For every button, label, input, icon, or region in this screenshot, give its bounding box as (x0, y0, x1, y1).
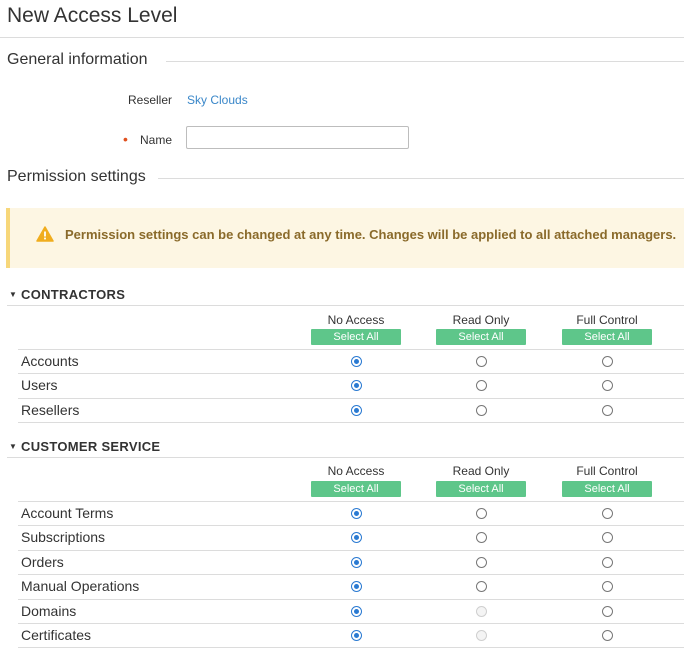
column-title-read-only: Read Only (452, 464, 510, 478)
permission-row-label: Users (21, 377, 58, 393)
reseller-label: Reseller (127, 93, 172, 107)
radio-full-control[interactable] (602, 532, 613, 543)
permission-row-label: Subscriptions (21, 529, 106, 545)
group-header-customer-service[interactable]: CUSTOMER SERVICE (21, 439, 160, 454)
radio-read-only (476, 606, 487, 617)
permission-settings-divider (158, 178, 684, 179)
radio-full-control[interactable] (602, 508, 613, 519)
page-title: New Access Level (7, 4, 178, 27)
radio-full-control[interactable] (602, 630, 613, 641)
permission-alert: Permission settings can be changed at an… (6, 208, 684, 268)
radio-no-access[interactable] (351, 630, 362, 641)
radio-no-access[interactable] (351, 356, 362, 367)
column-title-no-access: No Access (327, 313, 385, 327)
row-divider (18, 501, 684, 502)
collapse-caret-icon[interactable]: ▼ (9, 442, 17, 451)
radio-read-only[interactable] (476, 557, 487, 568)
select-all-button-read-only[interactable]: Select All (436, 329, 526, 345)
row-divider (18, 550, 684, 551)
title-divider (0, 37, 684, 38)
group-header-contractors[interactable]: CONTRACTORS (21, 287, 125, 302)
permission-row-label: Manual Operations (21, 578, 140, 594)
radio-read-only[interactable] (476, 405, 487, 416)
radio-read-only[interactable] (476, 532, 487, 543)
radio-read-only[interactable] (476, 380, 487, 391)
column-title-full-control: Full Control (576, 313, 638, 327)
permission-alert-text: Permission settings can be changed at an… (65, 227, 677, 242)
reseller-link[interactable]: Sky Clouds (187, 93, 248, 107)
radio-full-control[interactable] (602, 380, 613, 391)
radio-full-control[interactable] (602, 606, 613, 617)
radio-full-control[interactable] (602, 405, 613, 416)
row-divider (18, 422, 684, 423)
general-information-divider (166, 61, 684, 62)
column-title-read-only: Read Only (452, 313, 510, 327)
row-divider (18, 398, 684, 399)
permission-settings-title: Permission settings (7, 168, 146, 185)
row-divider (18, 574, 684, 575)
group-divider (7, 305, 684, 306)
warning-icon (36, 226, 54, 242)
radio-read-only (476, 630, 487, 641)
radio-full-control[interactable] (602, 581, 613, 592)
general-information-title: General information (7, 51, 148, 68)
name-input[interactable] (186, 126, 409, 149)
radio-read-only[interactable] (476, 508, 487, 519)
radio-no-access[interactable] (351, 557, 362, 568)
permission-row-label: Accounts (21, 353, 79, 369)
select-all-button-read-only[interactable]: Select All (436, 481, 526, 497)
radio-no-access[interactable] (351, 606, 362, 617)
radio-no-access[interactable] (351, 405, 362, 416)
column-title-no-access: No Access (327, 464, 385, 478)
radio-read-only[interactable] (476, 356, 487, 367)
permission-row-label: Certificates (21, 627, 92, 643)
permission-row-label: Orders (21, 554, 64, 570)
permission-row-label: Account Terms (21, 505, 114, 521)
column-title-full-control: Full Control (576, 464, 638, 478)
radio-no-access[interactable] (351, 581, 362, 592)
select-all-button-full-control[interactable]: Select All (562, 481, 652, 497)
select-all-button-no-access[interactable]: Select All (311, 329, 401, 345)
select-all-button-full-control[interactable]: Select All (562, 329, 652, 345)
radio-read-only[interactable] (476, 581, 487, 592)
radio-no-access[interactable] (351, 532, 362, 543)
permission-row-label: Domains (21, 603, 77, 619)
row-divider (18, 373, 684, 374)
radio-no-access[interactable] (351, 380, 362, 391)
select-all-button-no-access[interactable]: Select All (311, 481, 401, 497)
row-divider (18, 647, 684, 648)
row-divider (18, 599, 684, 600)
row-divider (18, 623, 684, 624)
row-divider (18, 349, 684, 350)
row-divider (18, 525, 684, 526)
permission-row-label: Resellers (21, 402, 80, 418)
group-divider (7, 457, 684, 458)
collapse-caret-icon[interactable]: ▼ (9, 290, 17, 299)
radio-full-control[interactable] (602, 356, 613, 367)
radio-no-access[interactable] (351, 508, 362, 519)
name-label: Name (139, 133, 172, 147)
radio-full-control[interactable] (602, 557, 613, 568)
